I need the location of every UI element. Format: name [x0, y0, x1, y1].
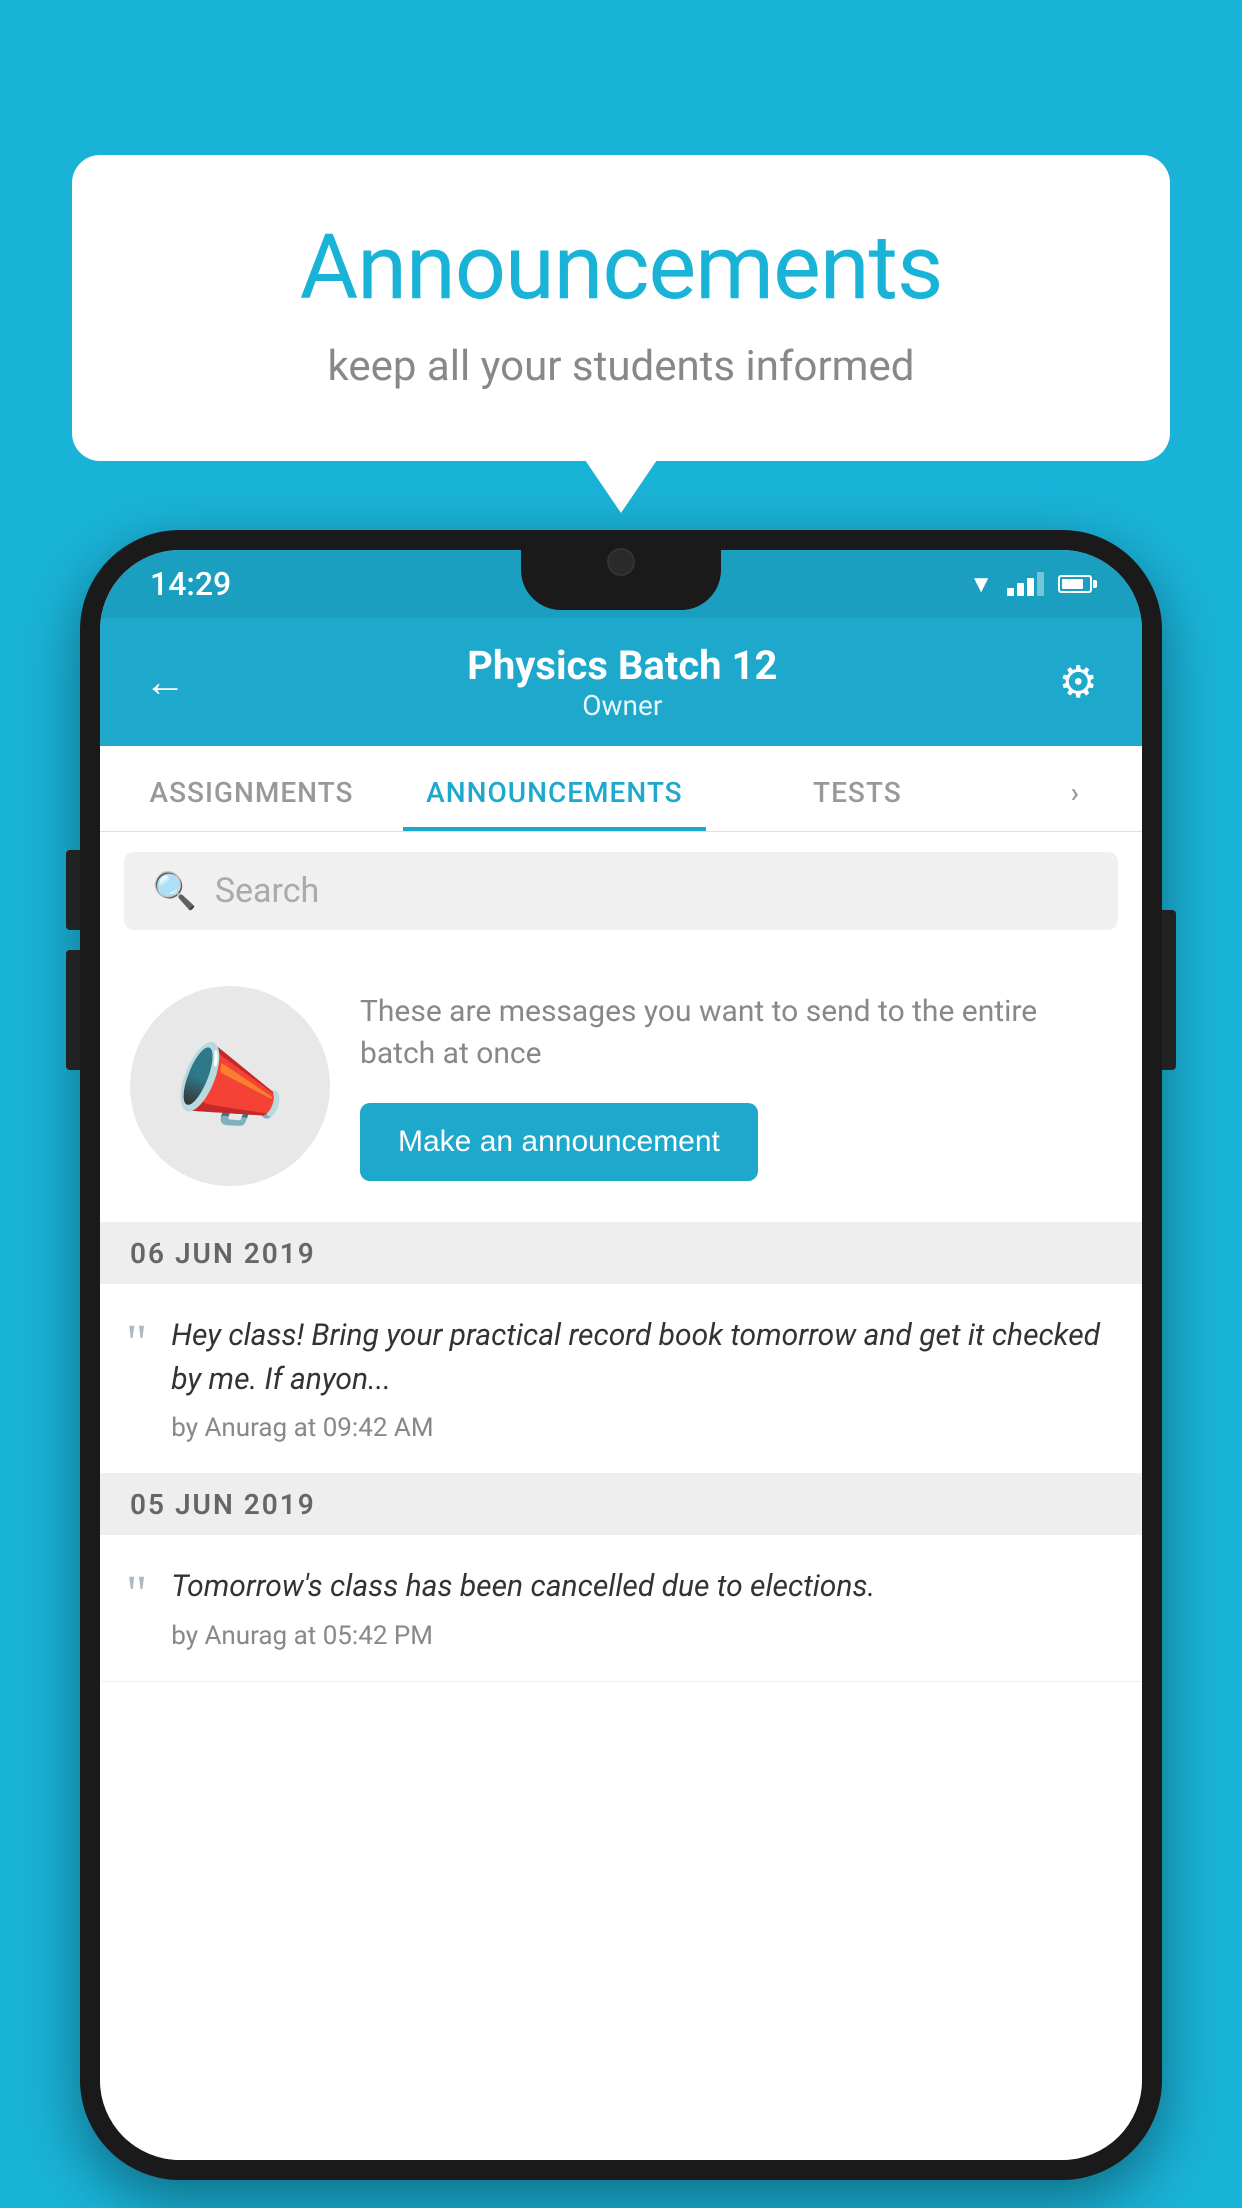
status-time: 14:29 [150, 565, 231, 603]
tab-tests[interactable]: TESTS [706, 746, 1009, 831]
megaphone-icon: 📣 [174, 1034, 286, 1139]
status-icons: ▼ [969, 570, 1092, 599]
tab-assignments[interactable]: ASSIGNMENTS [100, 746, 403, 831]
batch-role: Owner [467, 689, 777, 722]
speech-bubble-container: Announcements keep all your students inf… [72, 155, 1170, 461]
search-bar[interactable]: 🔍 Search [124, 852, 1118, 930]
speech-bubble: Announcements keep all your students inf… [72, 155, 1170, 461]
phone-outer: 14:29 ▼ ← Phys [80, 530, 1162, 2180]
announcement-item-2: " Tomorrow's class has been cancelled du… [100, 1535, 1142, 1682]
battery-icon [1058, 575, 1092, 593]
phone-mockup: 14:29 ▼ ← Phys [80, 530, 1162, 2180]
search-placeholder-text: Search [215, 871, 319, 911]
announcement-item-1: " Hey class! Bring your practical record… [100, 1284, 1142, 1474]
date-separator-2: 05 JUN 2019 [100, 1474, 1142, 1535]
announcement-content-2: Tomorrow's class has been cancelled due … [171, 1565, 1112, 1651]
phone-camera [607, 548, 635, 576]
app-header: ← Physics Batch 12 Owner ⚙ [100, 618, 1142, 746]
content-area: 🔍 Search 📣 These are messages you want t… [100, 832, 1142, 2160]
tab-more[interactable]: › [1009, 746, 1142, 831]
announcement-text-1: Hey class! Bring your practical record b… [171, 1314, 1112, 1401]
announcement-icon-circle: 📣 [130, 986, 330, 1186]
batch-title: Physics Batch 12 [467, 642, 777, 689]
announcement-meta-1: by Anurag at 09:42 AM [171, 1413, 1112, 1443]
tab-bar: ASSIGNMENTS ANNOUNCEMENTS TESTS › [100, 746, 1142, 832]
search-container: 🔍 Search [100, 832, 1142, 950]
tab-announcements[interactable]: ANNOUNCEMENTS [403, 746, 706, 831]
announcement-meta-2: by Anurag at 05:42 PM [171, 1621, 1112, 1651]
phone-screen: 14:29 ▼ ← Phys [100, 550, 1142, 2160]
announcement-content-1: Hey class! Bring your practical record b… [171, 1314, 1112, 1443]
announcements-subtitle: keep all your students informed [152, 342, 1090, 391]
quote-icon-2: " [126, 1569, 147, 1621]
promo-description: These are messages you want to send to t… [360, 991, 1112, 1075]
promo-section: 📣 These are messages you want to send to… [100, 950, 1142, 1223]
phone-volume-up-button [66, 850, 80, 930]
settings-icon[interactable]: ⚙ [1059, 656, 1098, 708]
signal-icon [1007, 572, 1044, 596]
quote-icon-1: " [126, 1318, 147, 1370]
phone-power-button [1162, 910, 1176, 1070]
make-announcement-button[interactable]: Make an announcement [360, 1103, 758, 1181]
wifi-icon: ▼ [969, 570, 993, 599]
promo-right: These are messages you want to send to t… [360, 991, 1112, 1181]
announcement-text-2: Tomorrow's class has been cancelled due … [171, 1565, 1112, 1609]
back-button[interactable]: ← [144, 658, 186, 707]
header-title-section: Physics Batch 12 Owner [467, 642, 777, 722]
announcements-title: Announcements [152, 215, 1090, 320]
date-separator-1: 06 JUN 2019 [100, 1223, 1142, 1284]
search-icon: 🔍 [152, 870, 197, 912]
phone-volume-down-button [66, 950, 80, 1070]
